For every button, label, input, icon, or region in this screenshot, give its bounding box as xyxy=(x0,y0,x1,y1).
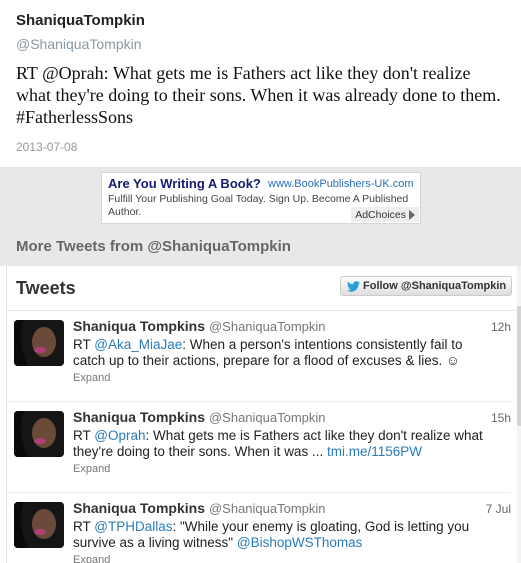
follow-button[interactable]: Follow @ShaniquaTompkin xyxy=(340,276,512,296)
avatar[interactable] xyxy=(14,502,64,548)
adchoices-icon xyxy=(409,209,415,220)
adchoices-button[interactable]: AdChoices xyxy=(351,207,419,222)
tweet-date[interactable]: 2013-07-08 xyxy=(16,140,77,154)
tweet-body: RT @Oprah: What gets me is Fathers act l… xyxy=(73,428,483,459)
short-link[interactable]: tmi.me/1156PW xyxy=(327,444,422,459)
scrollbar-thumb[interactable] xyxy=(517,306,521,426)
timeline-scrollbar[interactable] xyxy=(517,266,521,563)
tweet-author[interactable]: Shaniqua Tompkins @ShaniquaTompkin xyxy=(73,500,326,516)
mention-link[interactable]: @Aka_MiaJae xyxy=(94,337,182,352)
ad-title[interactable]: Are You Writing A Book? xyxy=(108,176,261,191)
tweet-handle[interactable]: @ShaniquaTompkin xyxy=(209,319,326,334)
tweet-text: RT @Oprah: What gets me is Fathers act l… xyxy=(16,63,501,127)
expand-link[interactable]: Expand xyxy=(73,554,110,563)
tweet-time[interactable]: 15h xyxy=(491,411,511,425)
mention-link[interactable]: @Oprah xyxy=(94,428,145,443)
tweet-card: ShaniquaTompkin @ShaniquaTompkin RT @Opr… xyxy=(0,0,521,168)
expand-link[interactable]: Expand xyxy=(73,372,110,384)
mention-link[interactable]: @TPHDallas xyxy=(94,519,172,534)
timeline-tweet[interactable]: Shaniqua Tompkins @ShaniquaTompkin 15h RT… xyxy=(7,403,511,493)
avatar[interactable] xyxy=(14,320,64,366)
author-name[interactable]: ShaniquaTompkin xyxy=(16,12,145,29)
embedded-timeline: Tweets Follow @ShaniquaTompkin Shaniqua … xyxy=(6,266,521,563)
timeline-tweet[interactable]: Shaniqua Tompkins @ShaniquaTompkin 7 Jul … xyxy=(7,494,511,563)
tweet-handle[interactable]: @ShaniquaTompkin xyxy=(209,501,326,516)
tweet-handle[interactable]: @ShaniquaTompkin xyxy=(209,410,326,425)
more-tweets-heading: More Tweets from @ShaniquaTompkin xyxy=(16,238,291,255)
timeline-tweet[interactable]: Shaniqua Tompkins @ShaniquaTompkin 12h RT… xyxy=(7,312,511,402)
ad-url[interactable]: www.BookPublishers-UK.com xyxy=(268,178,414,190)
tweet-author[interactable]: Shaniqua Tompkins @ShaniquaTompkin xyxy=(73,318,326,334)
ad-box[interactable]: Are You Writing A Book? www.BookPublishe… xyxy=(101,172,421,224)
tweet-author[interactable]: Shaniqua Tompkins @ShaniquaTompkin xyxy=(73,409,326,425)
expand-link[interactable]: Expand xyxy=(73,463,110,475)
timeline-header: Tweets Follow @ShaniquaTompkin xyxy=(7,266,521,311)
adchoices-label: AdChoices xyxy=(355,208,406,221)
avatar[interactable] xyxy=(14,411,64,457)
ad-and-more-panel: Are You Writing A Book? www.BookPublishe… xyxy=(0,168,521,266)
mention-link[interactable]: @BishopWSThomas xyxy=(237,535,363,550)
follow-label: Follow @ShaniquaTompkin xyxy=(363,280,507,292)
tweet-time[interactable]: 12h xyxy=(491,320,511,334)
tweet-body: RT @Aka_MiaJae: When a person's intentio… xyxy=(73,337,463,368)
author-handle[interactable]: @ShaniquaTompkin xyxy=(16,36,142,52)
tweet-body: RT @TPHDallas: "While your enemy is gloa… xyxy=(73,519,470,550)
timeline-title: Tweets xyxy=(16,278,76,298)
twitter-bird-icon xyxy=(347,280,360,292)
tweet-time[interactable]: 7 Jul xyxy=(486,502,511,516)
